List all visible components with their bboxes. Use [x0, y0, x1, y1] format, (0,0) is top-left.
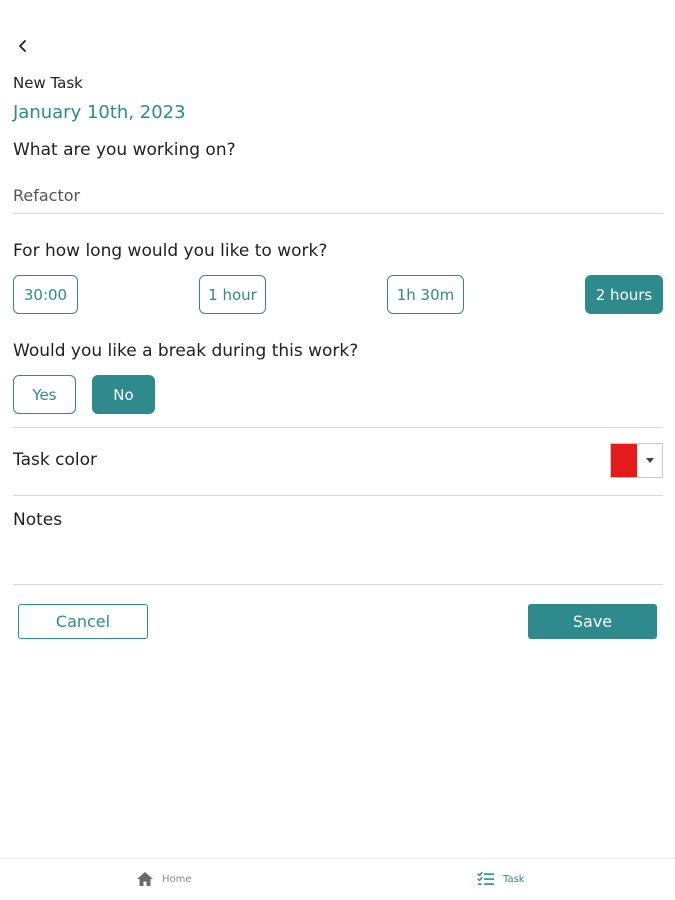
task-color-picker[interactable]: [610, 443, 663, 478]
break-question: Would you like a break during this work?: [13, 341, 359, 361]
home-icon: [137, 872, 153, 886]
save-button[interactable]: Save: [528, 604, 657, 639]
task-list-icon: [477, 871, 494, 885]
date-label: January 10th, 2023: [13, 102, 186, 123]
duration-option-1hour[interactable]: 1 hour: [199, 275, 266, 314]
back-button[interactable]: [10, 34, 36, 58]
nav-label-home: Home: [162, 873, 192, 885]
nav-label-task: Task: [503, 873, 525, 885]
duration-option-2hours[interactable]: 2 hours: [585, 275, 663, 314]
color-swatch: [611, 444, 637, 477]
duration-option-1h30m[interactable]: 1h 30m: [387, 275, 464, 314]
task-color-label: Task color: [13, 450, 97, 470]
page-title: New Task: [13, 74, 83, 92]
chevron-left-icon: [19, 40, 26, 52]
divider: [13, 495, 663, 496]
duration-question: For how long would you like to work?: [13, 241, 328, 261]
break-option-no[interactable]: No: [92, 375, 155, 414]
notes-label: Notes: [13, 510, 63, 530]
duration-option-30min[interactable]: 30:00: [13, 275, 78, 314]
notes-input[interactable]: [13, 536, 663, 582]
new-task-screen: New Task January 10th, 2023 What are you…: [0, 0, 675, 900]
nav-item-home[interactable]: Home: [136, 871, 192, 887]
break-option-yes[interactable]: Yes: [13, 375, 76, 414]
caret-down-icon: [637, 444, 662, 477]
divider: [13, 427, 663, 428]
cancel-button[interactable]: Cancel: [18, 604, 148, 639]
nav-item-task[interactable]: Task: [477, 871, 525, 887]
bottom-nav: Home Task: [0, 858, 675, 900]
divider: [13, 584, 663, 585]
task-question: What are you working on?: [13, 140, 236, 160]
task-name-input[interactable]: [13, 178, 663, 214]
